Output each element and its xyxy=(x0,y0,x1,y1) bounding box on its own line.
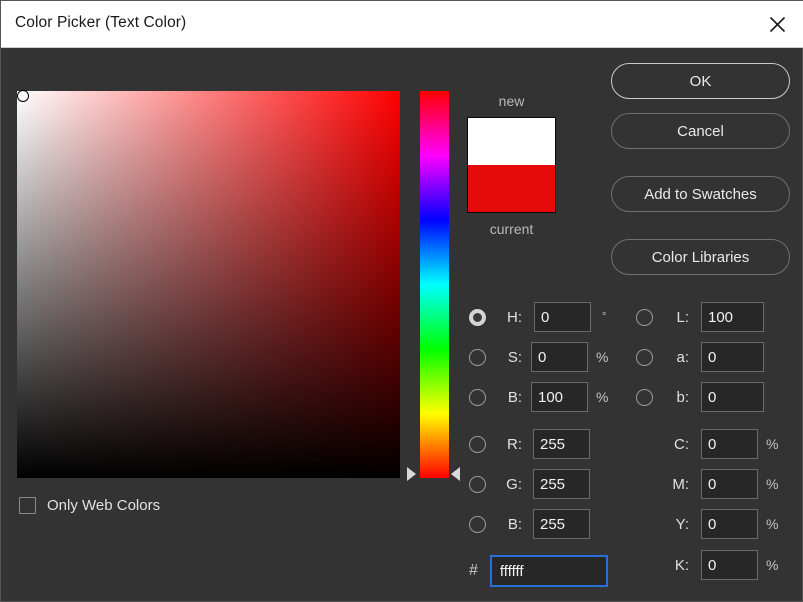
radio-brightness[interactable] xyxy=(469,389,486,406)
input-cyan[interactable] xyxy=(701,429,758,459)
field-row-yellow: Y: % xyxy=(663,509,778,539)
hue-slider[interactable] xyxy=(420,91,449,478)
input-yellow[interactable] xyxy=(701,509,758,539)
input-lab-b[interactable] xyxy=(701,382,764,412)
field-row-saturation: S: % xyxy=(469,342,608,372)
unit-brightness: % xyxy=(596,389,608,405)
color-libraries-button[interactable]: Color Libraries xyxy=(611,239,790,275)
input-blue[interactable] xyxy=(533,509,590,539)
hue-slider-handle-right[interactable] xyxy=(451,467,460,481)
current-color-swatch[interactable] xyxy=(468,165,555,212)
field-row-lab-b: b: xyxy=(636,382,764,412)
radio-hue[interactable] xyxy=(469,309,486,326)
input-hue[interactable] xyxy=(534,302,591,332)
color-preview-swatch[interactable] xyxy=(467,117,556,213)
hue-slider-handle-left[interactable] xyxy=(407,467,416,481)
unit-saturation: % xyxy=(596,349,608,365)
close-icon[interactable] xyxy=(750,1,803,47)
label-lab-a: a: xyxy=(663,349,689,366)
field-row-blue: B: xyxy=(469,509,590,539)
field-row-lab-a: a: xyxy=(636,342,764,372)
label-red: R: xyxy=(496,436,522,453)
label-black: K: xyxy=(663,557,689,574)
field-row-red: R: xyxy=(469,429,590,459)
title-bar: Color Picker (Text Color) xyxy=(1,1,803,48)
unit-hue: ° xyxy=(602,311,606,323)
only-web-colors-checkbox[interactable] xyxy=(19,497,36,514)
unit-cyan: % xyxy=(766,436,778,452)
hex-input[interactable] xyxy=(490,555,608,587)
ok-button[interactable]: OK xyxy=(611,63,790,99)
label-brightness: B: xyxy=(496,389,522,406)
field-row-lightness: L: xyxy=(636,302,764,332)
radio-red[interactable] xyxy=(469,436,486,453)
input-black[interactable] xyxy=(701,550,758,580)
unit-magenta: % xyxy=(766,476,778,492)
saturation-brightness-field[interactable] xyxy=(17,91,400,478)
radio-blue[interactable] xyxy=(469,516,486,533)
field-row-brightness: B: % xyxy=(469,382,608,412)
unit-yellow: % xyxy=(766,516,778,532)
label-hue: H: xyxy=(496,309,522,326)
label-yellow: Y: xyxy=(663,516,689,533)
radio-lab-b[interactable] xyxy=(636,389,653,406)
unit-black: % xyxy=(766,557,778,573)
only-web-colors-row[interactable]: Only Web Colors xyxy=(19,497,160,514)
label-lightness: L: xyxy=(663,309,689,326)
input-brightness[interactable] xyxy=(531,382,588,412)
field-row-green: G: xyxy=(469,469,590,499)
label-blue: B: xyxy=(496,516,522,533)
input-lightness[interactable] xyxy=(701,302,764,332)
new-color-label: new xyxy=(467,94,556,108)
hex-row: # xyxy=(469,555,608,587)
page-title: Color Picker (Text Color) xyxy=(15,14,186,32)
input-saturation[interactable] xyxy=(531,342,588,372)
radio-green[interactable] xyxy=(469,476,486,493)
label-saturation: S: xyxy=(496,349,522,366)
input-lab-a[interactable] xyxy=(701,342,764,372)
new-color-swatch[interactable] xyxy=(468,118,555,165)
hex-prefix-label: # xyxy=(469,562,478,580)
label-cyan: C: xyxy=(663,436,689,453)
label-lab-b: b: xyxy=(663,389,689,406)
field-row-cyan: C: % xyxy=(663,429,778,459)
radio-lab-a[interactable] xyxy=(636,349,653,366)
field-row-hue: H: ° xyxy=(469,302,606,332)
input-magenta[interactable] xyxy=(701,469,758,499)
color-picker-dialog: Color Picker (Text Color) Only Web Color… xyxy=(0,0,803,602)
radio-lightness[interactable] xyxy=(636,309,653,326)
input-red[interactable] xyxy=(533,429,590,459)
field-row-magenta: M: % xyxy=(663,469,778,499)
only-web-colors-label: Only Web Colors xyxy=(47,497,160,514)
add-to-swatches-button[interactable]: Add to Swatches xyxy=(611,176,790,212)
label-magenta: M: xyxy=(663,476,689,493)
radio-saturation[interactable] xyxy=(469,349,486,366)
cancel-button[interactable]: Cancel xyxy=(611,113,790,149)
field-row-black: K: % xyxy=(663,550,778,580)
label-green: G: xyxy=(496,476,522,493)
color-preview: new current xyxy=(467,94,556,236)
current-color-label: current xyxy=(467,222,556,236)
input-green[interactable] xyxy=(533,469,590,499)
